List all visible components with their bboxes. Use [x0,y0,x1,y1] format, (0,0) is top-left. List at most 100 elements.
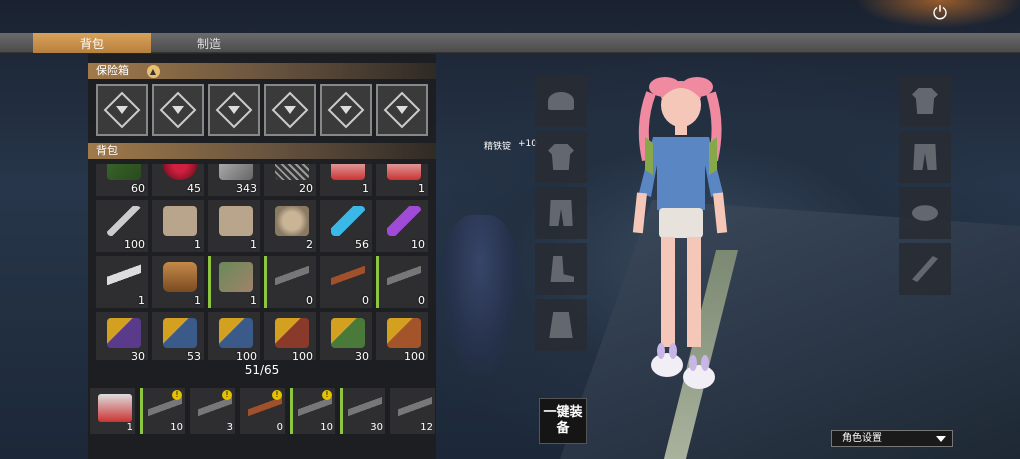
inventory-slot[interactable]: 30 [96,312,148,360]
backpack-header: 背包 [88,143,436,159]
safe-box-slots [96,84,428,136]
item-count: 100 [404,350,425,360]
safe-box-slot[interactable] [152,84,204,136]
warning-icon: ! [322,390,332,400]
inventory-slot[interactable]: 0 [376,256,428,308]
backpack-grid-viewport[interactable]: 60 45 343 20 1 1 100 1 1 2 56 10 1 1 1 0 0 0 30 53 100 100 30 1… [90,164,434,360]
inventory-slot[interactable]: 60 [96,164,148,196]
cap-icon [548,92,574,110]
inventory-slot[interactable]: 53 [152,312,204,360]
item-count: 100 [292,350,313,360]
inventory-slot[interactable]: 0 [264,256,316,308]
tab-backpack[interactable]: 背包 [33,33,151,53]
inventory-slot[interactable]: 1 [208,200,260,252]
inventory-slot[interactable]: 1 [152,200,204,252]
inventory-slot[interactable]: 343 [208,164,260,196]
quick-slot[interactable]: 1 [90,388,135,434]
inventory-slot[interactable]: 56 [320,200,372,252]
item-count: 60 [131,182,145,195]
tube-purple-icon [387,206,421,236]
inventory-slot[interactable]: 1 [320,164,372,196]
safe-box-slot[interactable] [376,84,428,136]
inventory-slot[interactable]: 30 [320,312,372,360]
equip-slot-top[interactable] [535,131,587,183]
quick-slot[interactable]: 12 [390,388,435,434]
rifle-icon [387,262,421,292]
vest-icon [549,312,573,338]
item-count: 0 [362,294,369,307]
equip-all-button[interactable]: 一键装备 [539,398,587,444]
inventory-slot[interactable]: 10 [376,200,428,252]
quick-slot[interactable]: ! 3 [190,388,235,434]
backpack-grid: 60 45 343 20 1 1 100 1 1 2 56 10 1 1 1 0 0 0 30 53 100 100 30 1… [96,164,428,360]
ammo-b-icon [219,318,253,348]
inventory-slot[interactable]: 100 [376,312,428,360]
equip-slot-melee[interactable] [899,243,951,295]
safe-box-slot[interactable] [208,84,260,136]
tube-blue-icon [331,206,365,236]
inventory-slot[interactable]: 1 [96,256,148,308]
safe-box-slot[interactable] [96,84,148,136]
item-count: 0 [306,294,313,307]
character-settings-label: 角色设置 [842,433,882,444]
rifle-icon [275,262,309,292]
pants-icon [549,200,573,226]
equip-slot-head[interactable] [535,75,587,127]
power-icon[interactable]: ⏻ [926,0,954,26]
safe-box-slot[interactable] [264,84,316,136]
equip-slot-pants[interactable] [535,187,587,239]
jar-icon [163,262,197,292]
ammo-o-icon [387,318,421,348]
item-count: 10 [320,422,333,433]
quick-slot[interactable]: 30 [340,388,385,434]
quick-slot[interactable]: ! 10 [140,388,185,434]
item-count: 30 [131,350,145,360]
quick-slot[interactable]: ! 10 [290,388,335,434]
inventory-slot[interactable]: 45 [152,164,204,196]
item-count: 0 [418,294,425,307]
warning-icon: ! [222,390,232,400]
equip-slot-shoes[interactable] [535,243,587,295]
equip-slot-outfit-pants[interactable] [899,131,951,183]
inventory-slot[interactable]: 0 [320,256,372,308]
paper-icon [219,206,253,236]
backpack-title: 背包 [96,144,118,157]
safe-box-title: 保险箱 [96,64,129,77]
inventory-slot[interactable]: 2 [264,200,316,252]
item-count: 53 [187,350,201,360]
equip-slot-mask[interactable] [899,187,951,239]
boots-icon [550,256,574,282]
item-count: 1 [194,294,201,307]
inventory-slot[interactable]: 20 [264,164,316,196]
item-count: 20 [299,182,313,195]
warning-icon: ! [272,390,282,400]
backpack-capacity: 51/65 [244,363,280,377]
inventory-slot[interactable]: 100 [264,312,316,360]
inventory-slot[interactable]: 100 [208,312,260,360]
inventory-slot[interactable]: 1 [208,256,260,308]
item-count: 56 [355,238,369,251]
ak-icon [331,262,365,292]
quick-slot[interactable]: ! 0 [240,388,285,434]
inventory-slot[interactable]: 1 [376,164,428,196]
tab-crafting[interactable]: 制造 [150,33,268,53]
warning-icon: ! [172,390,182,400]
safe-box-slot[interactable] [320,84,372,136]
item-count: 10 [170,422,183,433]
tab-label: 制造 [196,36,221,51]
equip-slot-armor[interactable] [535,299,587,351]
bag-icon [98,394,132,422]
inventory-slot[interactable]: 100 [96,200,148,252]
collapse-icon[interactable]: ▲ [146,64,160,78]
knife-icon [912,256,938,282]
nails-icon [275,164,309,180]
equip-slot-outfit-top[interactable] [899,75,951,127]
character-settings-dropdown[interactable]: 角色设置 [831,430,953,447]
can-icon [387,164,421,180]
ammo-y-icon [107,318,141,348]
inventory-slot[interactable]: 1 [152,256,204,308]
item-count: 1 [362,182,369,195]
ammo-g-icon [331,318,365,348]
locked-slot-icon [159,91,197,129]
item-count: 0 [276,422,283,433]
